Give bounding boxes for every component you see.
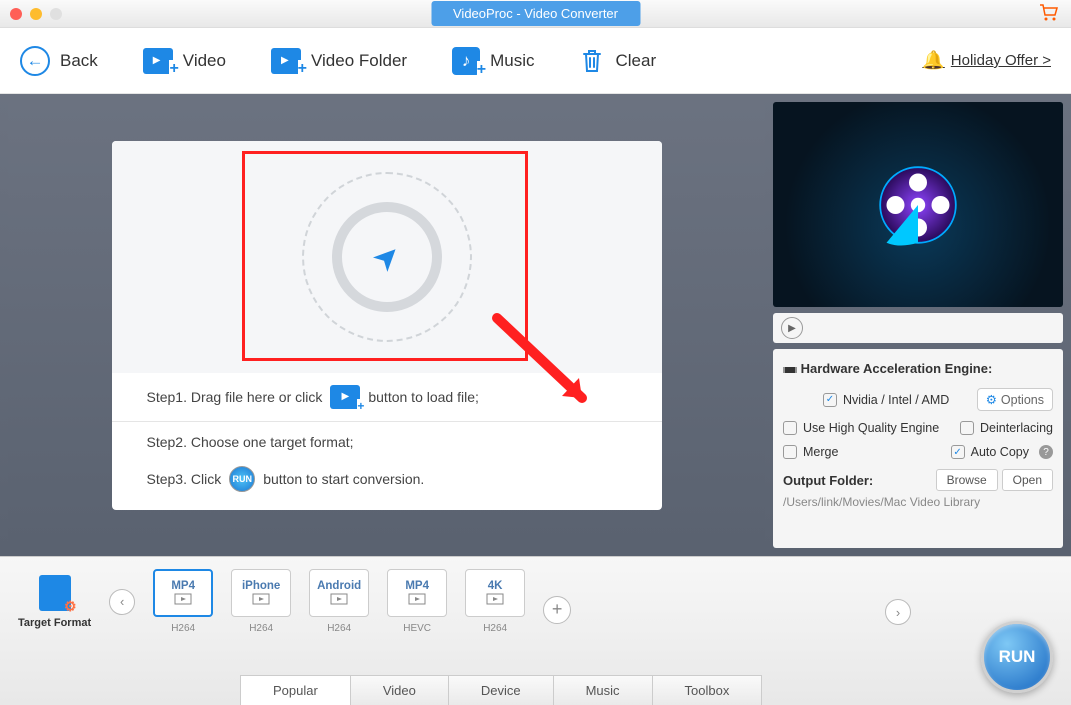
preset-4k-h264[interactable]: 4KH264 bbox=[465, 569, 525, 634]
app-title: VideoProc - Video Converter bbox=[431, 1, 640, 26]
film-reel-icon bbox=[873, 160, 963, 250]
preset-next-button[interactable]: › bbox=[885, 599, 911, 625]
inline-run-icon: RUN bbox=[229, 466, 255, 492]
clear-button[interactable]: Clear bbox=[579, 47, 656, 75]
main-content: ➤ Step1. Drag file here or click ▶ butto… bbox=[0, 94, 1071, 556]
minimize-window-button[interactable] bbox=[30, 8, 42, 20]
add-preset-button[interactable]: + bbox=[543, 596, 571, 624]
open-button[interactable]: Open bbox=[1002, 469, 1053, 491]
back-button[interactable]: ← Back bbox=[20, 46, 98, 76]
tab-popular[interactable]: Popular bbox=[240, 675, 351, 705]
video-preview bbox=[773, 102, 1063, 307]
step1-text-b: button to load file; bbox=[368, 389, 479, 405]
preset-prev-button[interactable]: ‹ bbox=[109, 589, 135, 615]
annotation-red-arrow bbox=[487, 308, 607, 418]
music-icon: ♪ bbox=[452, 47, 480, 75]
browse-button[interactable]: Browse bbox=[936, 469, 998, 491]
run-button[interactable]: RUN bbox=[981, 621, 1053, 693]
preset-mp4-hevc[interactable]: MP4HEVC bbox=[387, 569, 447, 634]
inline-video-icon: ▶ bbox=[330, 385, 360, 409]
holiday-offer-link[interactable]: 🔔 Holiday Offer > bbox=[922, 50, 1051, 71]
step3-text-b: button to start conversion. bbox=[263, 471, 424, 487]
output-label: Output Folder: bbox=[783, 473, 873, 488]
tab-video[interactable]: Video bbox=[350, 675, 449, 705]
tab-device[interactable]: Device bbox=[448, 675, 554, 705]
hq-checkbox[interactable] bbox=[783, 421, 797, 435]
video-folder-label: Video Folder bbox=[311, 51, 407, 71]
settings-panel: Hardware Acceleration Engine: Nvidia / I… bbox=[773, 349, 1063, 548]
output-folder-row: Output Folder: Browse Open bbox=[783, 469, 1053, 491]
preset-android-h264[interactable]: AndroidH264 bbox=[309, 569, 369, 634]
video-label: Video bbox=[183, 51, 226, 71]
trash-icon bbox=[579, 47, 605, 75]
autocopy-checkbox[interactable] bbox=[951, 445, 965, 459]
tab-music[interactable]: Music bbox=[553, 675, 653, 705]
music-label: Music bbox=[490, 51, 534, 71]
step3-text-a: Step3. Click bbox=[147, 471, 222, 487]
target-format-label: Target Format bbox=[18, 617, 91, 629]
preset-list: MP4H264 iPhoneH264 AndroidH264 MP4HEVC 4KH26… bbox=[153, 569, 525, 634]
gear-icon: ⚙ bbox=[986, 392, 997, 407]
step2-row: Step2. Choose one target format; bbox=[112, 422, 662, 462]
options-button[interactable]: ⚙ Options bbox=[977, 388, 1053, 411]
main-toolbar: ← Back Video Video Folder ♪ Music Clear … bbox=[0, 28, 1071, 94]
back-arrow-icon: ← bbox=[20, 46, 50, 76]
preset-iphone-h264[interactable]: iPhoneH264 bbox=[231, 569, 291, 634]
step2-text: Step2. Choose one target format; bbox=[147, 434, 354, 450]
close-window-button[interactable] bbox=[10, 8, 22, 20]
add-music-button[interactable]: ♪ Music bbox=[452, 47, 534, 75]
deint-checkbox[interactable] bbox=[960, 421, 974, 435]
step3-row: Step3. Click RUN button to start convers… bbox=[112, 462, 662, 510]
category-tabs: PopularVideoDeviceMusicToolbox bbox=[240, 675, 761, 705]
nvidia-label: Nvidia / Intel / AMD bbox=[843, 393, 949, 407]
merge-label: Merge bbox=[803, 445, 838, 459]
window-controls bbox=[10, 8, 62, 20]
nvidia-row: Nvidia / Intel / AMD ⚙ Options bbox=[783, 388, 1053, 411]
autocopy-label: Auto Copy bbox=[971, 445, 1029, 459]
output-path: /Users/link/Movies/Mac Video Library bbox=[783, 495, 1053, 509]
deint-label: Deinterlacing bbox=[980, 421, 1053, 435]
preview-controls: ▶ bbox=[773, 313, 1063, 343]
play-button[interactable]: ▶ bbox=[781, 317, 803, 339]
drop-card: ➤ Step1. Drag file here or click ▶ butto… bbox=[112, 141, 662, 510]
maximize-window-button[interactable] bbox=[50, 8, 62, 20]
drop-target[interactable]: ➤ bbox=[112, 141, 662, 373]
chip-icon bbox=[783, 365, 797, 375]
options-label: Options bbox=[1001, 393, 1044, 407]
back-label: Back bbox=[60, 51, 98, 71]
hw-accel-title: Hardware Acceleration Engine: bbox=[783, 361, 1053, 376]
tab-toolbox[interactable]: Toolbox bbox=[652, 675, 763, 705]
add-video-folder-button[interactable]: Video Folder bbox=[271, 48, 407, 74]
video-folder-icon bbox=[271, 48, 301, 74]
right-sidebar: ▶ Hardware Acceleration Engine: Nvidia /… bbox=[773, 102, 1063, 548]
target-format-icon bbox=[39, 575, 71, 611]
cart-icon[interactable] bbox=[1039, 4, 1059, 27]
merge-autocopy-row: Merge Auto Copy ? bbox=[783, 445, 1053, 459]
holiday-label: Holiday Offer > bbox=[951, 52, 1051, 69]
bell-icon: 🔔 bbox=[922, 50, 944, 71]
titlebar: VideoProc - Video Converter bbox=[0, 0, 1071, 28]
format-row: Target Format ‹ MP4H264 iPhoneH264 Android… bbox=[0, 557, 1071, 634]
footer: Target Format ‹ MP4H264 iPhoneH264 Android… bbox=[0, 556, 1071, 705]
nvidia-checkbox[interactable] bbox=[823, 393, 837, 407]
target-format-button[interactable]: Target Format bbox=[18, 575, 91, 629]
drop-zone-panel: ➤ Step1. Drag file here or click ▶ butto… bbox=[8, 102, 765, 548]
merge-checkbox[interactable] bbox=[783, 445, 797, 459]
annotation-red-box bbox=[242, 151, 528, 361]
help-icon[interactable]: ? bbox=[1039, 445, 1053, 459]
step1-text-a: Step1. Drag file here or click bbox=[147, 389, 323, 405]
clear-label: Clear bbox=[615, 51, 656, 71]
video-file-icon bbox=[143, 48, 173, 74]
hq-deint-row: Use High Quality Engine Deinterlacing bbox=[783, 421, 1053, 435]
preset-mp4-h264[interactable]: MP4H264 bbox=[153, 569, 213, 634]
add-video-button[interactable]: Video bbox=[143, 48, 226, 74]
hq-label: Use High Quality Engine bbox=[803, 421, 939, 435]
